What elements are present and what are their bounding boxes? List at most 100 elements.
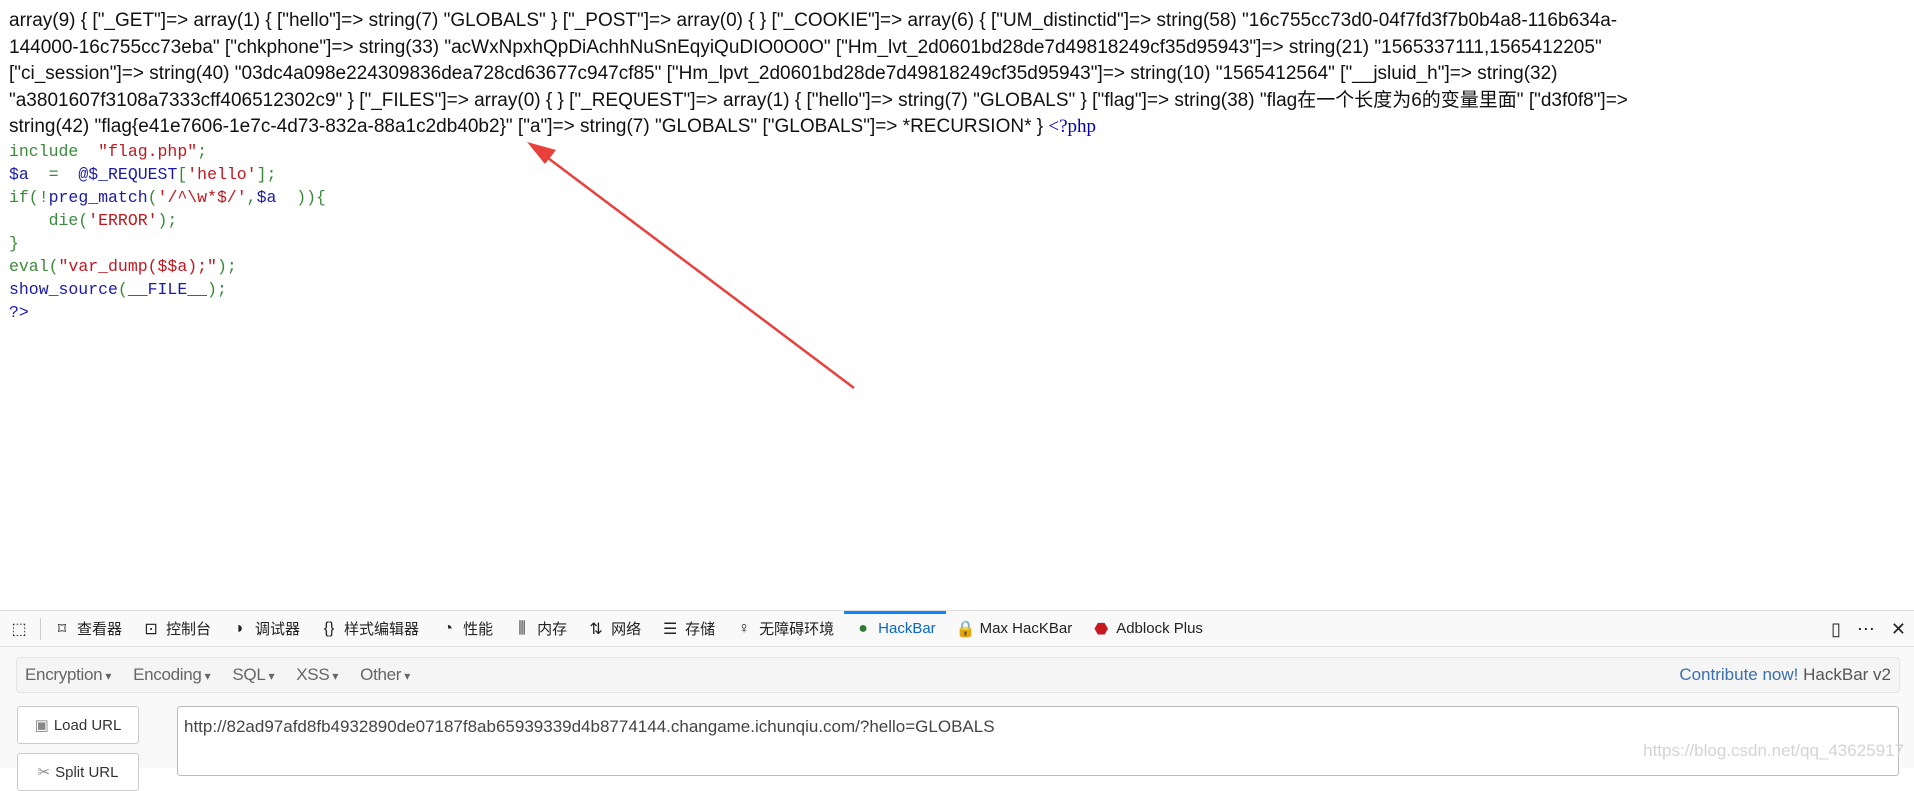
adblock-icon: ⬣ [1094, 620, 1109, 638]
code-token: } [9, 234, 19, 253]
dump-line: 144000-16c755cc73eba" ["chkphone"]=> str… [9, 36, 1602, 58]
code-token: @$_REQUEST [78, 165, 178, 184]
inspector-icon: ⌑ [57, 620, 67, 638]
code-token: eval( [9, 257, 59, 276]
tab-样式编辑器[interactable]: {} 样式编辑器 [310, 611, 429, 647]
load-url-label: Load URL [53, 716, 122, 734]
code-token: ); [216, 257, 237, 276]
code-token: preg_match [48, 188, 148, 207]
tab-label: Adblock Plus [1116, 620, 1203, 637]
watermark: https://blog.csdn.net/qq_43625917 [1643, 741, 1904, 760]
dump-line: string(42) "flag{e41e7606-1e7c-4d73-832a… [9, 116, 1049, 137]
code-token: ?> [9, 303, 29, 322]
tab-无障碍环境[interactable]: ♀ 无障碍环境 [725, 611, 844, 647]
devtools-tabbar: ⬚ ⌑ 查看器 ⊡ 控制台 ◗ 调试器 {} 样式编辑器 ◔ 性能 ⫼ 内存 ⇅ 网络 ☰ 存储 ♀ 无障碍环境 ●… [0, 610, 1914, 647]
url-input[interactable]: http://82ad97afd8fb4932890de07187f8ab659… [177, 706, 1899, 776]
menu-encoding[interactable]: Encoding [125, 665, 218, 685]
menu-xss[interactable]: XSS [288, 665, 346, 685]
tab-控制台[interactable]: ⊡ 控制台 [132, 611, 221, 647]
code-token: $a [9, 165, 29, 184]
tab-label: 网络 [611, 621, 642, 638]
devtools-tabs: ⌑ 查看器 ⊡ 控制台 ◗ 调试器 {} 样式编辑器 ◔ 性能 ⫼ 内存 ⇅ 网络 ☰ 存储 ♀ 无障碍环境 ● Ha… [43, 610, 1213, 647]
style-editor-icon: {} [323, 619, 335, 637]
tab-adblock-plus[interactable]: ⬣ Adblock Plus [1082, 611, 1213, 647]
code-token: 'ERROR' [88, 211, 158, 230]
tab-性能[interactable]: ◔ 性能 [429, 611, 503, 647]
menu-encryption[interactable]: Encryption [17, 665, 119, 685]
split-url-button[interactable]: ✂ Split URL [17, 753, 139, 791]
menu-sql[interactable]: SQL [224, 665, 282, 685]
code-token: ); [207, 280, 227, 299]
more-options-icon[interactable]: ⋯ [1857, 619, 1875, 640]
tab-label: 性能 [463, 621, 494, 638]
network-icon: ⇅ [589, 620, 603, 638]
code-token: show_source [9, 280, 118, 299]
tab-内存[interactable]: ⫼ 内存 [503, 611, 577, 647]
code-token: "flag.php" [98, 142, 198, 161]
code-token: if(! [9, 188, 49, 207]
tab-存储[interactable]: ☰ 存储 [651, 611, 725, 647]
code-token: '/^\w*$/' [157, 188, 247, 207]
tab-label: 存储 [685, 621, 716, 638]
code-token: $a [256, 188, 277, 207]
code-token: ; [197, 142, 208, 161]
php-source-code: include "flag.php"; $a = @$_REQUEST['hell… [9, 140, 326, 324]
hackbar-menu: Encryption Encoding SQL XSS Other Contri… [16, 657, 1900, 693]
code-token: ); [157, 211, 178, 230]
tab-max-hackbar[interactable]: 🔒 Max HacKBar [946, 611, 1083, 647]
tab-label: 无障碍环境 [759, 621, 835, 638]
code-token: die( [9, 211, 89, 230]
tab-网络[interactable]: ⇅ 网络 [577, 611, 651, 647]
contribute-area: Contribute now! HackBar v2 [1679, 665, 1891, 685]
responsive-design-icon[interactable]: ▯ [1831, 619, 1841, 640]
tab-label: 内存 [537, 621, 568, 638]
code-token: ( [147, 188, 158, 207]
code-line: } [9, 232, 326, 255]
max-hackbar-icon: 🔒 [955, 620, 976, 638]
split-url-label: Split URL [55, 763, 119, 781]
code-token: ( [117, 280, 128, 299]
dump-line: array(9) { ["_GET"]=> array(1) { ["hello… [9, 10, 1618, 31]
close-icon[interactable]: ✕ [1891, 619, 1906, 640]
dump-line: ["ci_session"]=> string(40) "03dc4a098e2… [9, 63, 1558, 84]
split-url-icon: ✂ [37, 764, 51, 781]
tab-label: 调试器 [255, 621, 301, 638]
tab-调试器[interactable]: ◗ 调试器 [221, 611, 310, 647]
memory-icon: ⫼ [518, 619, 526, 637]
tab-label: Max HacKBar [979, 620, 1073, 637]
code-token: , [246, 188, 257, 207]
code-token: = [28, 165, 79, 184]
element-picker-button[interactable]: ⬚ [0, 611, 38, 647]
code-line: show_source(__FILE__); [9, 278, 326, 301]
code-token: 'hello' [187, 165, 257, 184]
hackbar-version: HackBar v2 [1803, 665, 1891, 684]
load-url-button[interactable]: ▣ Load URL [17, 706, 139, 744]
debugger-icon: ◗ [235, 619, 245, 637]
performance-icon: ◔ [443, 619, 453, 637]
code-token: __FILE__ [127, 280, 208, 299]
tab-hackbar[interactable]: ● HackBar [844, 610, 946, 647]
code-token: [ [177, 165, 188, 184]
arrow-shaft [539, 151, 855, 389]
tab-label: 查看器 [77, 621, 123, 638]
element-picker-icon: ⬚ [11, 620, 27, 638]
accessibility-icon: ♀ [738, 619, 751, 637]
devtools-controls: ▯ ⋯ ✕ [1831, 611, 1906, 647]
code-line: eval("var_dump($$a);"); [9, 255, 326, 278]
code-line: die('ERROR'); [9, 209, 326, 232]
tab-label: 样式编辑器 [344, 621, 420, 638]
menu-other[interactable]: Other [352, 665, 418, 685]
tab-查看器[interactable]: ⌑ 查看器 [43, 611, 132, 647]
devtools-panel: ⬚ ⌑ 查看器 ⊡ 控制台 ◗ 调试器 {} 样式编辑器 ◔ 性能 ⫼ 内存 ⇅ 网络 ☰ 存储 ♀ 无障碍环境 ●… [0, 610, 1914, 791]
php-open-tag: <?php [1048, 116, 1097, 137]
dump-line: "a3801607f3108a7333cff406512302c9" } ["_… [9, 89, 1628, 111]
contribute-link[interactable]: Contribute now! [1679, 665, 1798, 684]
tab-label: HackBar [878, 620, 936, 637]
storage-icon: ☰ [662, 620, 678, 638]
arrow-head [527, 142, 556, 164]
code-line: ?> [9, 301, 326, 324]
hackbar-icon: ● [858, 619, 868, 637]
load-url-icon: ▣ [34, 717, 49, 734]
code-token: "var_dump($$a);" [58, 257, 217, 276]
code-line: $a = @$_REQUEST['hello']; [9, 163, 326, 186]
